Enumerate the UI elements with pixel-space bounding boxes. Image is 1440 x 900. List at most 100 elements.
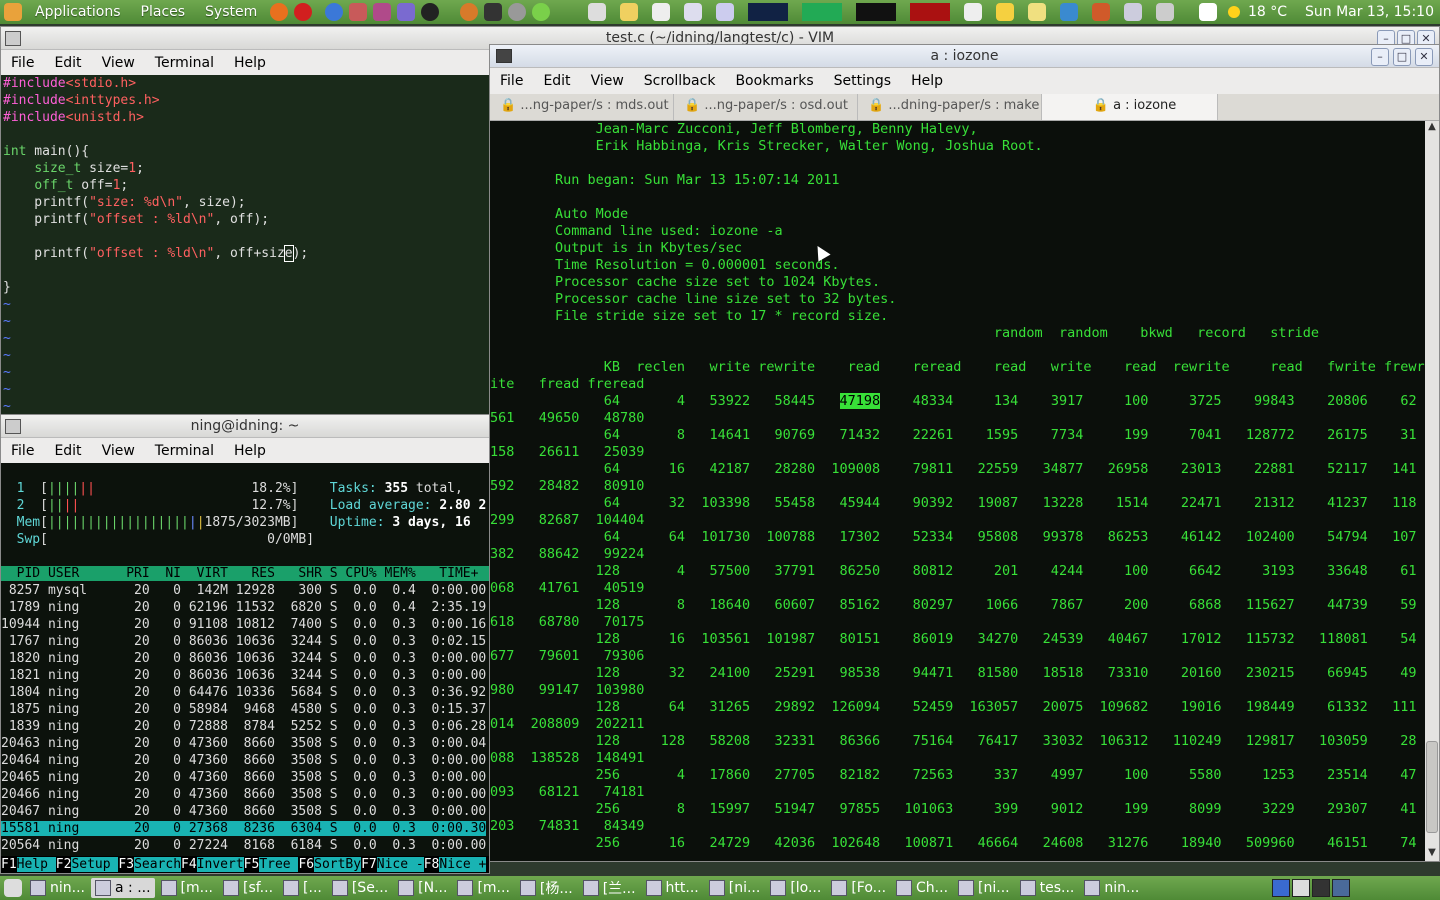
menu-file[interactable]: File — [1, 55, 44, 71]
table-row[interactable]: 8257 mysql 20 0 142M 12928 300 S 0.0 0.4… — [1, 583, 486, 598]
menu-edit[interactable]: Edit — [44, 55, 91, 71]
table-row[interactable]: 20564 ning 20 0 27224 8168 6184 S 0.0 0.… — [1, 838, 486, 853]
menu-scrollback[interactable]: Scrollback — [634, 73, 726, 89]
app-launcher-icon[interactable] — [397, 3, 416, 21]
fkey-label[interactable]: Tree — [259, 857, 299, 872]
menu-help[interactable]: Help — [224, 55, 276, 71]
table-row-selected[interactable]: 15581 ning 20 0 27368 8236 6304 S 0.0 0.… — [1, 821, 487, 836]
notes-icon[interactable] — [1027, 3, 1046, 21]
fkey[interactable]: F1 — [1, 857, 17, 872]
close-button[interactable]: ✕ — [1415, 48, 1433, 66]
fkey-label[interactable]: Setup — [71, 857, 119, 872]
task[interactable]: [m... — [157, 878, 217, 898]
table-row[interactable]: 1821 ning 20 0 86036 10636 3244 S 0.0 0.… — [1, 668, 486, 683]
window-menu-icon[interactable] — [5, 31, 21, 46]
task[interactable]: nin... — [1080, 878, 1143, 898]
mail-icon[interactable] — [1198, 3, 1217, 21]
task[interactable]: [m... — [453, 878, 513, 898]
chrome-icon[interactable] — [325, 3, 344, 21]
app-launcher-icon[interactable] — [508, 3, 527, 21]
app-launcher-icon[interactable] — [460, 3, 479, 21]
table-row[interactable]: 10944 ning 20 0 91108 10812 7400 S 0.0 0… — [1, 617, 486, 632]
iozone-terminal-output[interactable]: Jean-Marc Zucconi, Jeff Blomberg, Benny … — [490, 121, 1425, 861]
scroll-down-arrow[interactable]: ▼ — [1425, 847, 1439, 861]
table-row[interactable]: 20463 ning 20 0 47360 8660 3508 S 0.0 0.… — [1, 736, 486, 751]
tray-icon[interactable] — [587, 3, 606, 21]
workspace-4[interactable] — [1332, 879, 1350, 897]
task[interactable]: [ni... — [705, 878, 765, 898]
tray-icon[interactable] — [963, 3, 982, 21]
task[interactable]: [ni... — [954, 878, 1014, 898]
tab-make[interactable]: 🔒 ...dning-paper/s : make — [858, 94, 1042, 120]
fkey[interactable]: F6 — [298, 857, 314, 872]
qq-icon[interactable] — [995, 3, 1014, 21]
table-row[interactable]: 1767 ning 20 0 86036 10636 3244 S 0.0 0.… — [1, 634, 486, 649]
menu-terminal[interactable]: Terminal — [145, 55, 224, 71]
task[interactable]: [lo... — [766, 878, 825, 898]
process-table-header[interactable]: PID USER PRI NI VIRT RES SHR S CPU% MEM%… — [1, 566, 489, 581]
fkey[interactable]: F3 — [118, 857, 134, 872]
table-row[interactable]: 20466 ning 20 0 47360 8660 3508 S 0.0 0.… — [1, 787, 486, 802]
menu-help[interactable]: Help — [901, 73, 953, 89]
menu-view[interactable]: View — [581, 73, 634, 89]
table-row[interactable]: 1820 ning 20 0 86036 10636 3244 S 0.0 0.… — [1, 651, 486, 666]
task[interactable]: [... — [279, 878, 326, 898]
clock[interactable]: Sun Mar 13, 15:10 — [1305, 4, 1434, 20]
monitor-icon[interactable] — [715, 3, 734, 21]
konsole-titlebar[interactable]: a : iozone – □ ✕ — [490, 45, 1439, 68]
tab-mds-out[interactable]: 🔒 ...ng-paper/s : mds.out — [490, 94, 674, 120]
task[interactable]: tes... — [1016, 878, 1079, 898]
show-desktop-icon[interactable] — [4, 879, 22, 897]
task[interactable]: [sf... — [219, 878, 277, 898]
terminal-scrollbar[interactable]: ▲ ▼ — [1425, 121, 1439, 861]
applications-menu[interactable]: Applications — [25, 4, 131, 20]
table-row[interactable]: 1789 ning 20 0 62196 11532 6820 S 0.0 0.… — [1, 600, 486, 615]
konsole-icon[interactable] — [496, 49, 512, 63]
fkey[interactable]: F5 — [244, 857, 260, 872]
window-menu-icon[interactable] — [5, 419, 21, 434]
tab-osd-out[interactable]: 🔒 ...ng-paper/s : osd.out — [674, 94, 858, 120]
network-icon[interactable] — [1059, 3, 1078, 21]
htop-screen[interactable]: 1 [|||||| 18.2%] Tasks: 355 total, 2 [||… — [1, 463, 489, 873]
tray-icon[interactable] — [1091, 3, 1110, 21]
workspace-3[interactable] — [1312, 879, 1330, 897]
task[interactable]: [兰... — [579, 878, 640, 898]
task[interactable]: [N... — [394, 878, 451, 898]
menu-view[interactable]: View — [92, 443, 145, 459]
menu-view[interactable]: View — [92, 55, 145, 71]
editor-icon[interactable] — [651, 3, 670, 21]
workspace-1[interactable] — [1272, 879, 1290, 897]
fkey[interactable]: F4 — [181, 857, 197, 872]
task-iozone[interactable]: a : ... — [91, 878, 155, 898]
table-row[interactable]: 1839 ning 20 0 72888 8784 5252 S 0.0 0.3… — [1, 719, 486, 734]
task[interactable]: [杨... — [516, 878, 577, 898]
fkey[interactable]: F8 — [424, 857, 440, 872]
places-menu[interactable]: Places — [131, 4, 196, 20]
fkey[interactable]: F7 — [361, 857, 377, 872]
notes-icon[interactable] — [619, 3, 638, 21]
app-launcher-icon[interactable] — [373, 3, 392, 21]
qq-icon[interactable] — [421, 3, 440, 21]
fkey-label[interactable]: Invert — [196, 857, 244, 872]
play-icon[interactable] — [532, 3, 551, 21]
foot-icon[interactable] — [4, 3, 22, 21]
fkey-label[interactable]: Nice - — [376, 857, 424, 872]
htop-titlebar[interactable]: ning@idning: ~ — [1, 415, 489, 438]
fkey-label[interactable]: Search — [134, 857, 182, 872]
table-row[interactable]: 20464 ning 20 0 47360 8660 3508 S 0.0 0.… — [1, 753, 486, 768]
monitor-icon[interactable] — [683, 3, 702, 21]
terminal-icon[interactable] — [484, 3, 503, 21]
fkey-label[interactable]: SortBy — [314, 857, 362, 872]
task[interactable]: Ch... — [892, 878, 952, 898]
table-row[interactable]: 1875 ning 20 0 58984 9468 4580 S 0.0 0.3… — [1, 702, 486, 717]
volume-icon[interactable] — [1155, 3, 1174, 21]
opera-icon[interactable] — [294, 3, 313, 21]
task[interactable]: [Fo... — [827, 878, 890, 898]
maximize-button[interactable]: □ — [1393, 48, 1411, 66]
menu-bookmarks[interactable]: Bookmarks — [725, 73, 823, 89]
table-row[interactable]: 20465 ning 20 0 47360 8660 3508 S 0.0 0.… — [1, 770, 486, 785]
menu-file[interactable]: File — [490, 73, 533, 89]
task[interactable]: htt... — [642, 878, 703, 898]
workspace-switcher[interactable] — [1272, 879, 1440, 897]
task-terminal[interactable]: nin... — [26, 878, 89, 898]
